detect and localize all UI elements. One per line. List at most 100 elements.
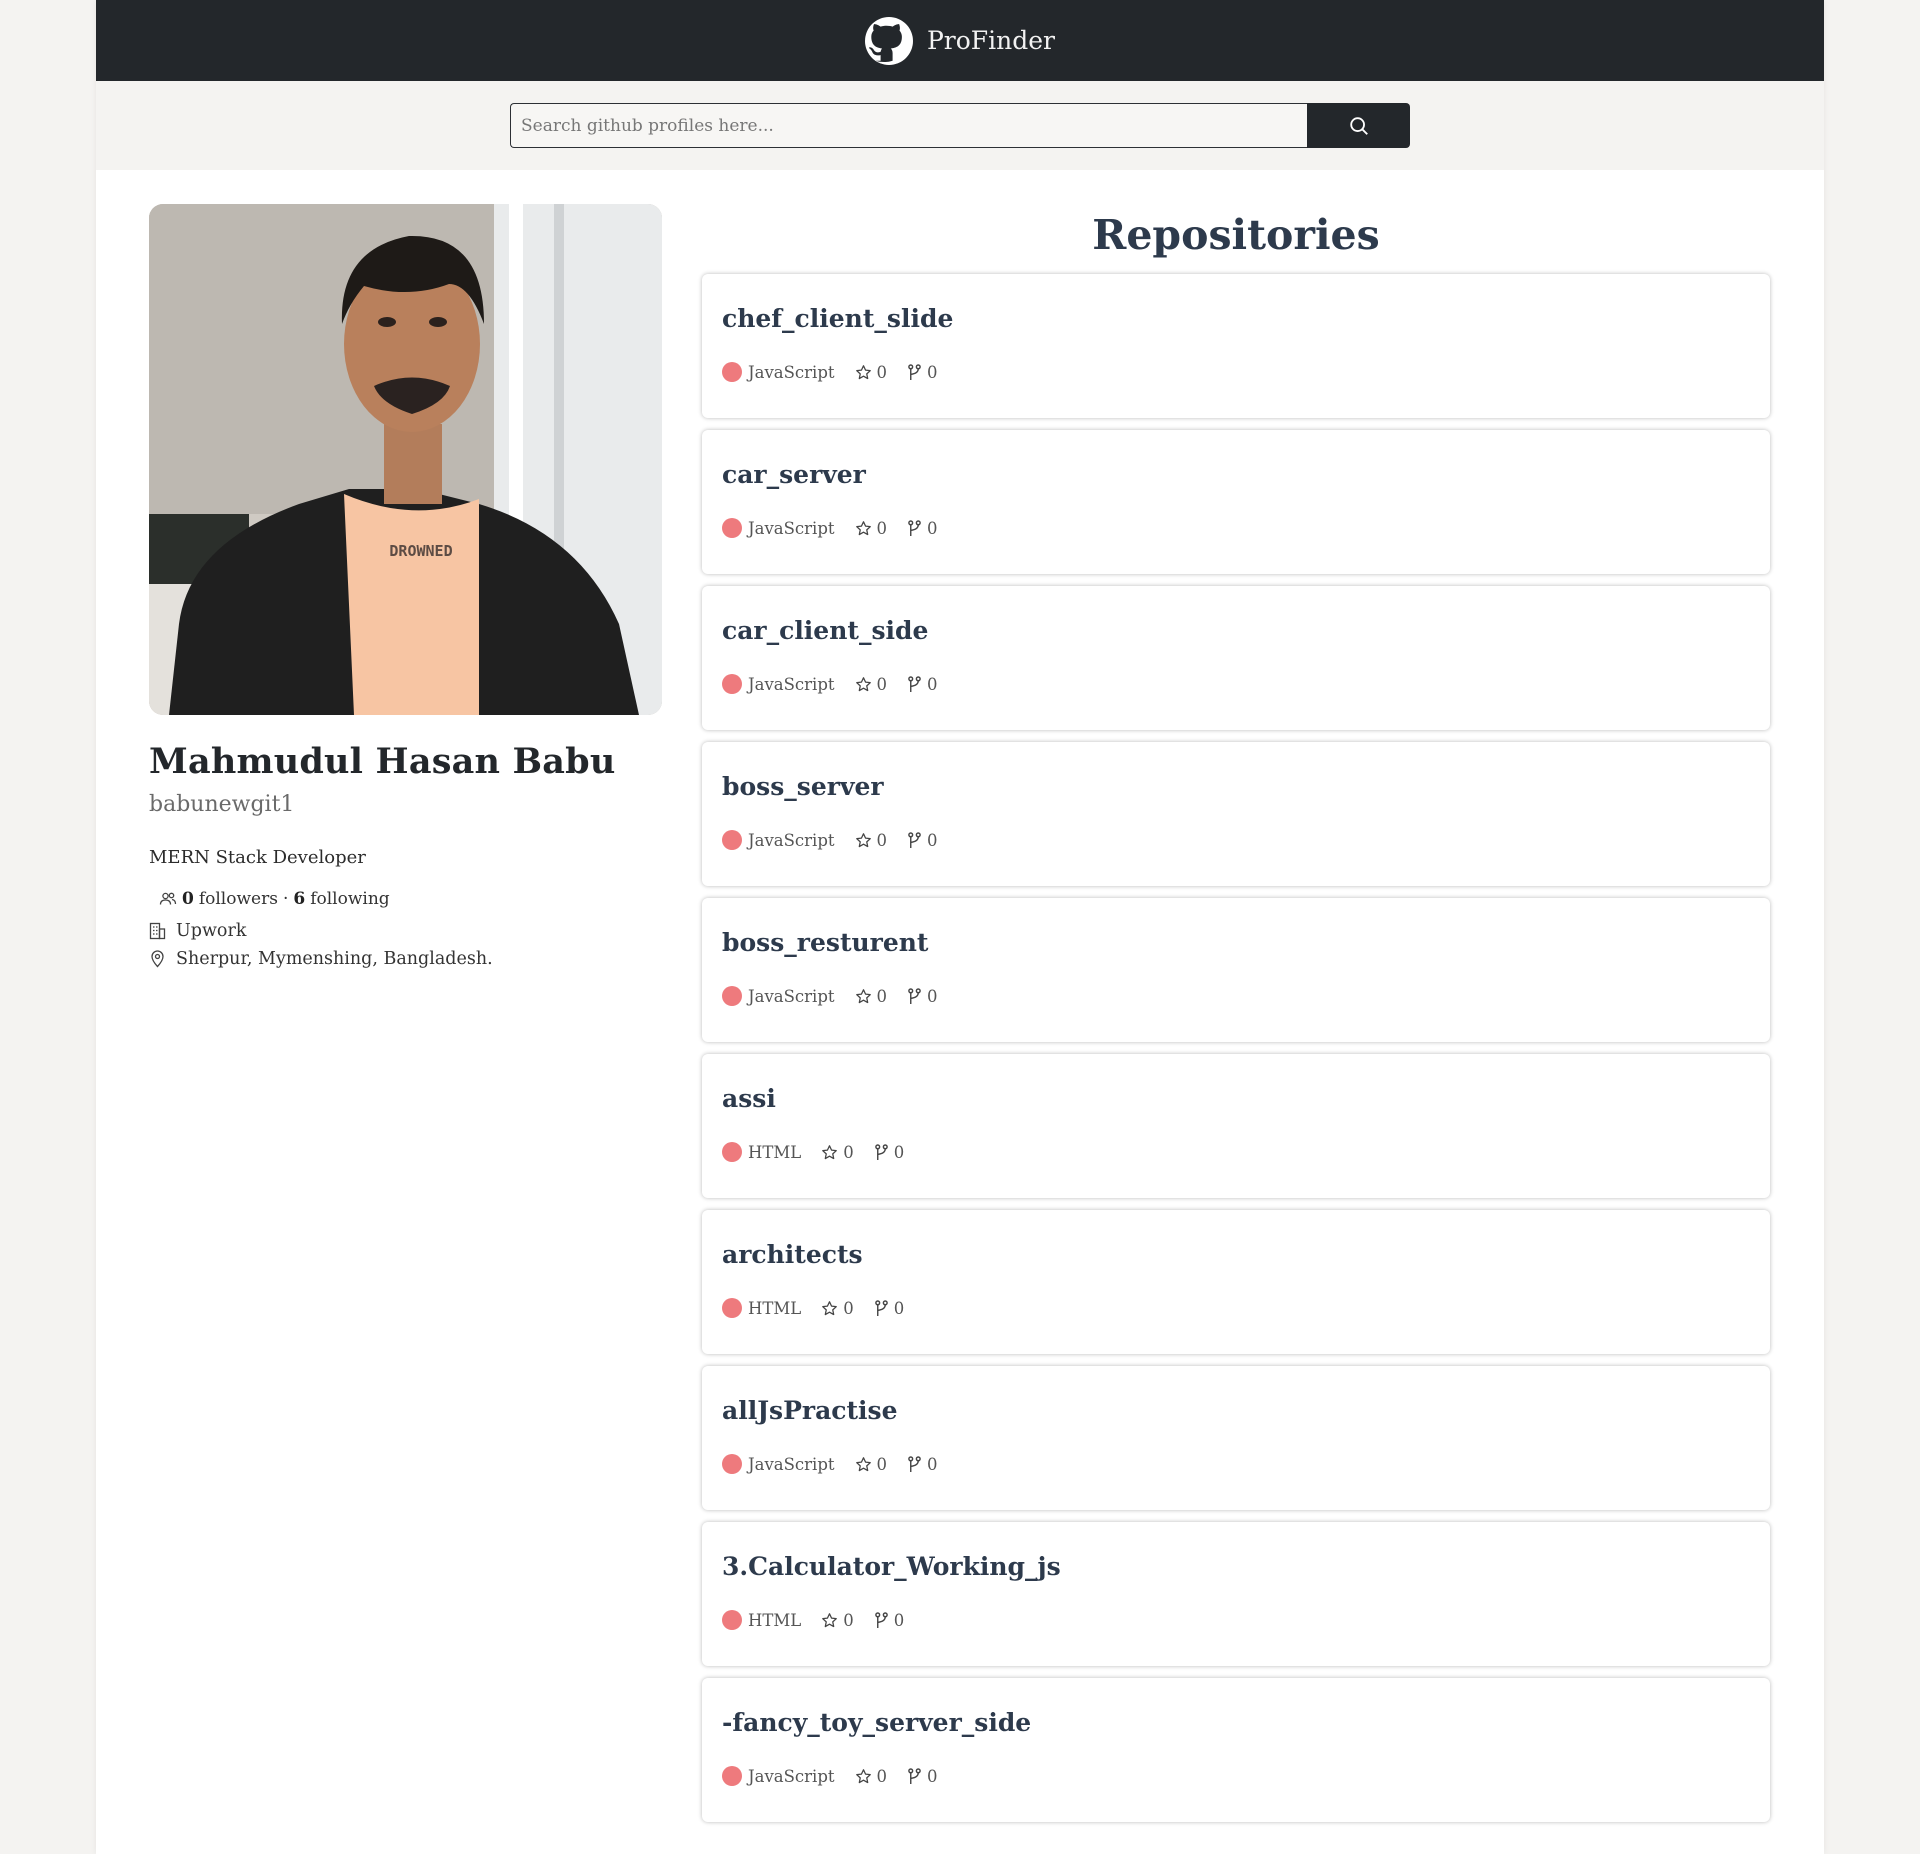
followers-count[interactable]: 0 xyxy=(182,889,194,909)
language-dot xyxy=(722,674,742,694)
fork-icon xyxy=(908,363,921,380)
repo-meta: JavaScript 0 0 xyxy=(722,674,1750,694)
repositories-title: Repositories xyxy=(1092,211,1380,259)
avatar-shirt-text: DROWNED xyxy=(389,542,452,560)
search-button[interactable] xyxy=(1307,103,1410,148)
repo-name[interactable]: car_client_side xyxy=(722,616,1750,656)
following-count[interactable]: 6 xyxy=(293,889,305,909)
stars: 0 xyxy=(855,674,888,694)
star-count: 0 xyxy=(843,1142,854,1162)
repo-name[interactable]: car_server xyxy=(722,460,1750,500)
star-count: 0 xyxy=(876,1766,888,1786)
repo-language: JavaScript xyxy=(748,362,835,382)
star-icon xyxy=(822,1612,838,1627)
repo-language: HTML xyxy=(748,1298,802,1318)
stars: 0 xyxy=(821,1611,854,1630)
repo-name[interactable]: architects xyxy=(722,1240,1750,1280)
avatar-photo: DROWNED xyxy=(149,204,662,715)
followers-label[interactable]: followers xyxy=(199,889,278,909)
star-count: 0 xyxy=(843,1610,854,1630)
repo-card[interactable]: boss_server JavaScript 0 0 xyxy=(702,742,1770,886)
brand-name[interactable]: ProFinder xyxy=(927,26,1055,55)
forks: 0 xyxy=(907,675,938,694)
star-icon xyxy=(855,1456,871,1471)
star-icon xyxy=(855,364,871,379)
forks: 0 xyxy=(907,363,938,382)
repo-name[interactable]: allJsPractise xyxy=(722,1396,1750,1436)
fork-count: 0 xyxy=(927,830,938,850)
stars: 0 xyxy=(855,363,887,382)
star-icon xyxy=(855,676,871,691)
fork-icon xyxy=(874,1143,888,1160)
repo-card[interactable]: architects HTML 0 0 xyxy=(702,1210,1770,1354)
star-icon xyxy=(855,988,871,1003)
repo-name[interactable]: -fancy_toy_server_side xyxy=(722,1708,1750,1748)
search-input[interactable] xyxy=(510,103,1307,148)
star-count: 0 xyxy=(843,1298,854,1318)
navbar: ProFinder xyxy=(96,0,1824,81)
fork-icon xyxy=(908,675,921,692)
fork-icon xyxy=(908,987,921,1004)
star-count: 0 xyxy=(876,674,888,694)
language-dot xyxy=(722,518,742,538)
fork-count: 0 xyxy=(927,362,938,382)
star-icon xyxy=(855,1768,871,1783)
follow-stats: 0 followers · 6 following xyxy=(149,889,662,909)
fork-icon xyxy=(908,1767,921,1784)
profile-name: Mahmudul Hasan Babu xyxy=(149,741,616,782)
search-form xyxy=(510,103,1410,148)
repo-list: chef_client_slide JavaScript 0 0 car_ser… xyxy=(702,274,1770,1822)
fork-icon xyxy=(908,519,921,536)
repo-name[interactable]: 3.Calculator_Working_js xyxy=(722,1552,1750,1592)
stars: 0 xyxy=(821,1143,854,1162)
star-icon xyxy=(822,1144,838,1159)
profile-username: babunewgit1 xyxy=(149,792,295,817)
repo-language: JavaScript xyxy=(748,986,835,1006)
repo-name[interactable]: assi xyxy=(722,1084,1750,1124)
repo-language: JavaScript xyxy=(748,1454,835,1474)
repo-meta: HTML 0 0 xyxy=(722,1142,1750,1162)
repo-meta: JavaScript 0 0 xyxy=(722,518,1750,538)
fork-icon xyxy=(874,1611,888,1628)
star-icon xyxy=(822,1300,838,1315)
company-name: Upwork xyxy=(176,921,247,941)
repo-language: JavaScript xyxy=(748,674,835,694)
language-dot xyxy=(722,830,742,850)
repo-name[interactable]: boss_resturent xyxy=(722,928,1750,968)
follow-separator: · xyxy=(282,889,289,909)
location-pin-icon xyxy=(151,950,164,968)
repo-meta: JavaScript 0 0 xyxy=(722,986,1750,1006)
repositories-section: Repositories chef_client_slide JavaScrip… xyxy=(702,204,1770,1834)
repo-card[interactable]: boss_resturent JavaScript 0 0 xyxy=(702,898,1770,1042)
repo-card[interactable]: car_server JavaScript 0 0 xyxy=(702,430,1770,574)
repo-name[interactable]: boss_server xyxy=(722,772,1750,812)
repo-card[interactable]: allJsPractise JavaScript 0 0 xyxy=(702,1366,1770,1510)
following-label[interactable]: following xyxy=(310,889,389,909)
forks: 0 xyxy=(907,1767,938,1786)
forks: 0 xyxy=(874,1142,905,1162)
fork-count: 0 xyxy=(893,1610,905,1630)
forks: 0 xyxy=(907,519,938,538)
repo-meta: JavaScript 0 0 xyxy=(722,1766,1750,1786)
repo-language: JavaScript xyxy=(748,830,835,850)
github-icon[interactable] xyxy=(864,16,913,65)
repo-card[interactable]: chef_client_slide JavaScript 0 0 xyxy=(702,274,1770,418)
repo-card[interactable]: -fancy_toy_server_side JavaScript 0 0 xyxy=(702,1678,1770,1822)
location-row: Sherpur, Mymenshing, Bangladesh. xyxy=(149,949,662,969)
forks: 0 xyxy=(907,987,938,1006)
repo-language: HTML xyxy=(748,1142,802,1162)
repo-card[interactable]: car_client_side JavaScript 0 0 xyxy=(702,586,1770,730)
star-icon xyxy=(855,832,871,847)
fork-count: 0 xyxy=(927,1766,938,1786)
repo-card[interactable]: assi HTML 0 0 xyxy=(702,1054,1770,1198)
fork-count: 0 xyxy=(893,1142,905,1162)
repo-name[interactable]: chef_client_slide xyxy=(722,304,1750,344)
star-count: 0 xyxy=(876,986,888,1006)
repo-card[interactable]: 3.Calculator_Working_js HTML 0 0 xyxy=(702,1522,1770,1666)
repo-meta: HTML 0 0 xyxy=(722,1298,1750,1318)
fork-icon xyxy=(908,831,921,848)
repo-language: HTML xyxy=(748,1610,802,1630)
profile-card: DROWNED Mahmudul Hasan Babu babunewgit1 … xyxy=(149,204,662,969)
repo-language: JavaScript xyxy=(748,1766,835,1786)
forks: 0 xyxy=(907,1455,938,1474)
